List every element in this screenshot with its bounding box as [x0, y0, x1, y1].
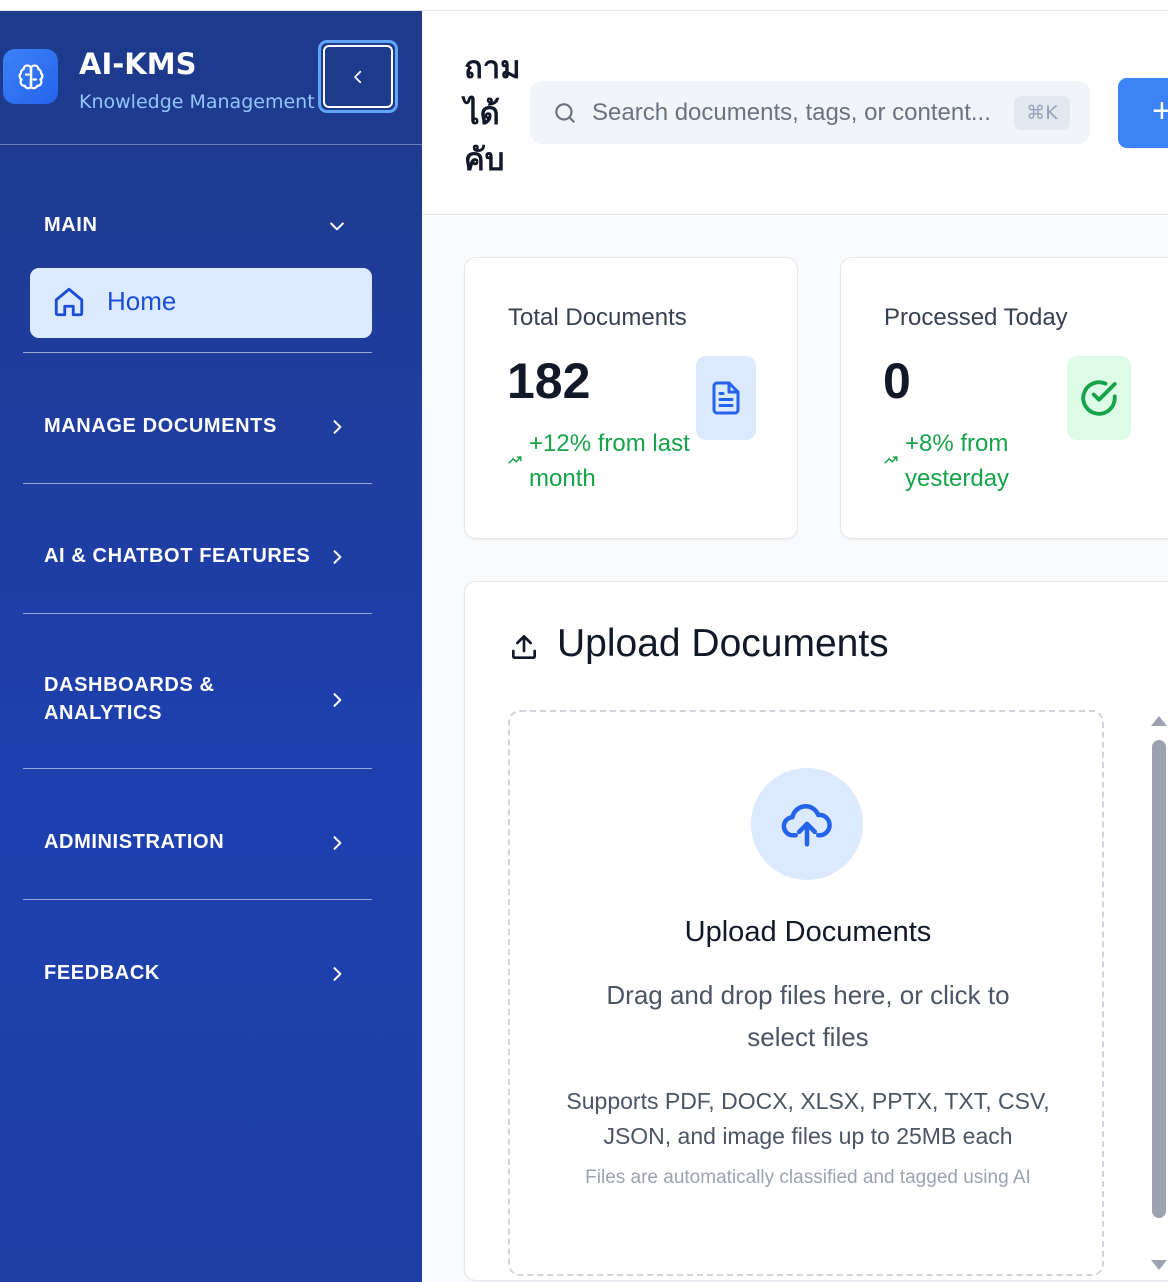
add-button[interactable]: +: [1118, 78, 1168, 148]
chevron-right-icon[interactable]: [327, 964, 347, 984]
home-icon: [54, 287, 84, 317]
trending-up-icon: [884, 456, 898, 464]
main-content: Total Documents 182 +12% from last month…: [422, 216, 1168, 1282]
divider: [23, 352, 372, 353]
section-administration[interactable]: ADMINISTRATION: [44, 828, 224, 856]
chevron-right-icon[interactable]: [327, 690, 347, 710]
section-dashboards-analytics[interactable]: DASHBOARDS & ANALYTICS: [44, 671, 284, 727]
file-dropzone[interactable]: Upload Documents Drag and drop files her…: [508, 710, 1104, 1276]
scroll-thumb[interactable]: [1152, 740, 1166, 1218]
plus-icon: +: [1152, 92, 1168, 130]
page-title: ถามได้คับ: [464, 50, 521, 178]
divider: [23, 613, 372, 614]
dropzone-note: Files are automatically classified and t…: [585, 1167, 1031, 1188]
stat-label: Total Documents: [508, 304, 687, 331]
divider: [23, 483, 372, 484]
stat-card-processed-today: Processed Today 0 +8% from yesterday: [840, 257, 1168, 539]
section-feedback[interactable]: FEEDBACK: [44, 959, 160, 987]
dropzone-title: Upload Documents: [684, 916, 932, 948]
divider: [23, 768, 372, 769]
stat-label: Processed Today: [884, 304, 1068, 331]
chevron-right-icon[interactable]: [327, 417, 347, 437]
upload-card: Upload Documents Upload Documents Drag a…: [464, 581, 1168, 1281]
scrollbar[interactable]: [1150, 712, 1168, 1282]
stat-trend: +8% from yesterday: [905, 430, 1010, 492]
stat-card-total-documents: Total Documents 182 +12% from last month: [464, 257, 798, 539]
top-header: ถามได้คับ ⌘K +: [422, 11, 1168, 215]
chevron-right-icon[interactable]: [327, 833, 347, 853]
supported-formats: Supports PDF, DOCX, XLSX, PPTX, TXT, CSV…: [566, 1088, 1050, 1149]
scroll-down-arrow[interactable]: [1151, 1260, 1167, 1270]
stat-value: 182: [507, 353, 591, 409]
cloud-upload-icon: [751, 768, 863, 880]
upload-icon: [512, 635, 536, 659]
chevron-right-icon[interactable]: [327, 547, 347, 567]
trending-up-icon: [508, 456, 522, 464]
divider: [23, 899, 372, 900]
app-title: AI-KMS: [79, 47, 197, 81]
search-bar[interactable]: ⌘K: [530, 81, 1090, 144]
section-ai-chatbot[interactable]: AI & CHATBOT FEATURES: [44, 542, 310, 570]
chevron-down-icon[interactable]: [327, 216, 347, 236]
document-icon: [696, 356, 756, 440]
brain-icon: [3, 49, 58, 104]
brand-header: AI-KMS Knowledge Management: [0, 11, 422, 145]
sidebar: AI-KMS Knowledge Management MAIN Home MA…: [0, 11, 422, 1282]
dropzone-description: Drag and drop files here, or click to se…: [606, 980, 1010, 1052]
sidebar-item-label: Home: [107, 286, 177, 316]
section-manage-documents[interactable]: MANAGE DOCUMENTS: [44, 412, 277, 440]
section-main[interactable]: MAIN: [44, 211, 98, 239]
chevron-left-icon: [354, 70, 362, 83]
search-icon: [555, 103, 575, 123]
stat-value: 0: [883, 353, 911, 409]
stat-trend: +12% from last month: [529, 430, 690, 492]
upload-heading: Upload Documents: [557, 622, 889, 665]
app-subtitle: Knowledge Management: [79, 91, 315, 113]
sidebar-item-home[interactable]: Home: [30, 268, 372, 338]
search-input[interactable]: [592, 93, 1002, 133]
check-circle-icon: [1067, 356, 1131, 440]
scroll-up-arrow[interactable]: [1151, 716, 1167, 726]
top-border: [0, 0, 1168, 11]
shortcut-badge: ⌘K: [1014, 96, 1070, 130]
collapse-sidebar-button[interactable]: [318, 40, 398, 113]
